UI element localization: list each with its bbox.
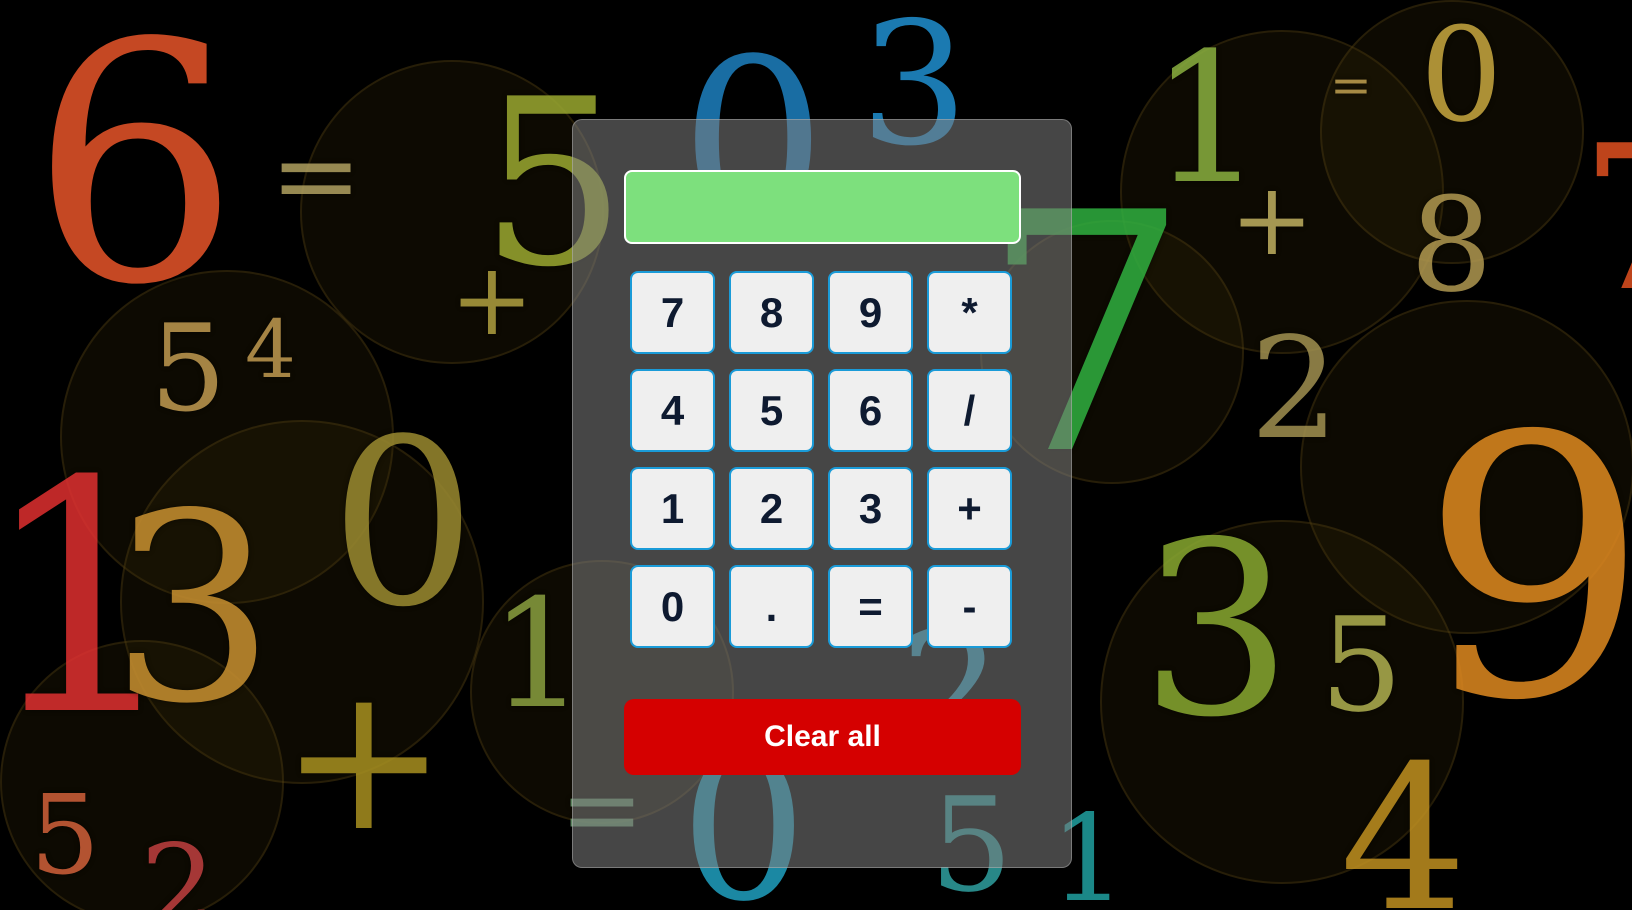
- key-2[interactable]: 2: [729, 467, 814, 550]
- key-6[interactable]: 6: [828, 369, 913, 452]
- key-plus[interactable]: +: [927, 467, 1012, 550]
- key-decimal[interactable]: .: [729, 565, 814, 648]
- key-4[interactable]: 4: [630, 369, 715, 452]
- key-9[interactable]: 9: [828, 271, 913, 354]
- key-1[interactable]: 1: [630, 467, 715, 550]
- key-multiply[interactable]: *: [927, 271, 1012, 354]
- clear-all-button[interactable]: Clear all: [624, 699, 1021, 775]
- key-minus[interactable]: -: [927, 565, 1012, 648]
- key-7[interactable]: 7: [630, 271, 715, 354]
- key-8[interactable]: 8: [729, 271, 814, 354]
- key-0[interactable]: 0: [630, 565, 715, 648]
- keypad: 7 8 9 * 4 5 6/ 1 2 3 +0. = -: [630, 271, 1012, 648]
- key-3[interactable]: 3: [828, 467, 913, 550]
- key-5[interactable]: 5: [729, 369, 814, 452]
- key-divide[interactable]: /: [927, 369, 1012, 452]
- calculator-display[interactable]: [624, 170, 1021, 244]
- calculator-panel: 7 8 9 * 4 5 6/ 1 2 3 +0. = - Clear all: [572, 119, 1072, 868]
- key-equals[interactable]: =: [828, 565, 913, 648]
